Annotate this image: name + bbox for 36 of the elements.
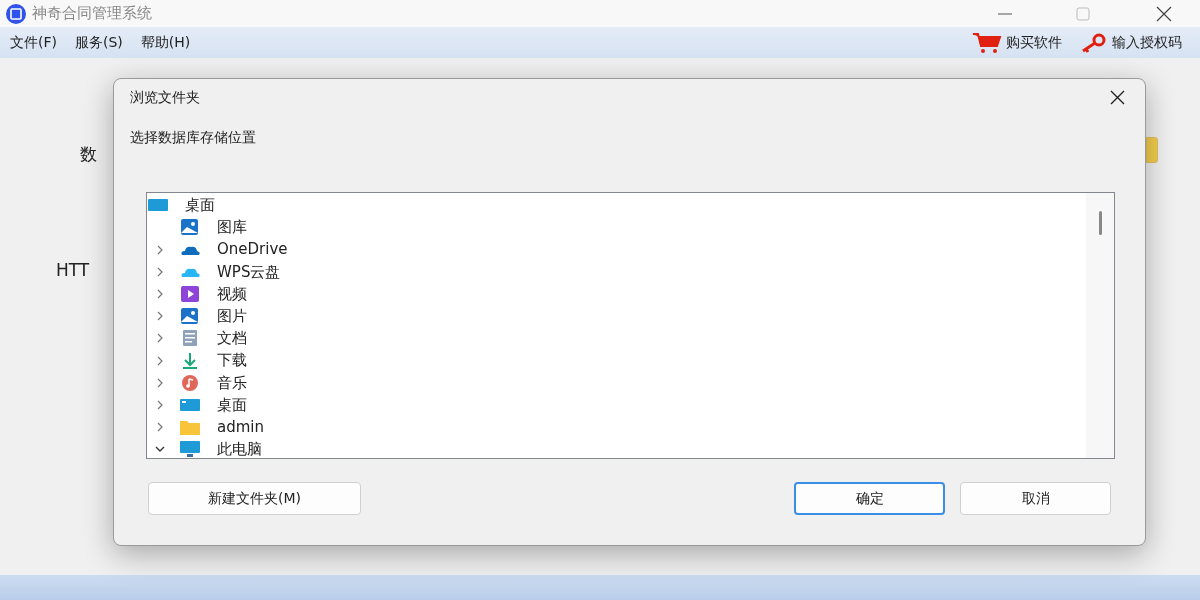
field-label: 数 xyxy=(80,143,97,166)
window-title: 神奇合同管理系统 xyxy=(32,3,152,25)
menu-item[interactable]: 文件(F) xyxy=(10,32,57,53)
cart-icon xyxy=(972,31,1002,54)
close-icon[interactable] xyxy=(1110,89,1125,105)
cancel-button[interactable]: 取消 xyxy=(960,482,1111,515)
field-label: HTT xyxy=(56,259,90,282)
tree-item[interactable]: 图片 xyxy=(217,305,247,328)
tree-item[interactable]: WPS云盘 xyxy=(217,260,281,283)
tree-item[interactable]: 桌面 xyxy=(217,393,247,417)
dialog-title: 浏览文件夹 xyxy=(130,87,200,107)
tree-item[interactable]: 桌面 xyxy=(147,194,1086,217)
tree-item[interactable]: 此电脑 xyxy=(217,438,262,461)
toolbar-button[interactable]: 购买软件 xyxy=(972,31,1062,54)
tree-item[interactable]: 音乐 xyxy=(217,371,247,394)
tree-item[interactable]: 下载 xyxy=(217,349,247,372)
new-folder-button[interactable]: 新建文件夹(M) xyxy=(148,482,361,515)
ok-button[interactable]: 确定 xyxy=(794,482,945,515)
tree-item[interactable]: OneDrive xyxy=(217,238,288,261)
menu-item[interactable]: 服务(S) xyxy=(75,32,123,53)
tree-item[interactable]: 图库 xyxy=(217,216,247,239)
picture-icon xyxy=(179,307,201,326)
menu-item[interactable]: 帮助(H) xyxy=(140,32,191,53)
toolbar-button[interactable]: 输入授权码 xyxy=(1080,32,1182,53)
app-logo-icon xyxy=(6,3,26,24)
video-icon xyxy=(179,284,201,303)
folder-icon xyxy=(179,418,201,437)
dialog-prompt: 选择数据库存储位置 xyxy=(130,128,257,147)
music-icon xyxy=(179,373,201,392)
tree-item[interactable]: 视频 xyxy=(217,282,247,305)
close-icon[interactable] xyxy=(1156,5,1172,22)
key-icon xyxy=(1080,32,1106,53)
picture-icon xyxy=(179,218,201,237)
tree-item[interactable]: admin xyxy=(217,416,264,439)
tree-item[interactable]: 文档 xyxy=(217,327,247,350)
monitor-icon xyxy=(179,440,201,459)
